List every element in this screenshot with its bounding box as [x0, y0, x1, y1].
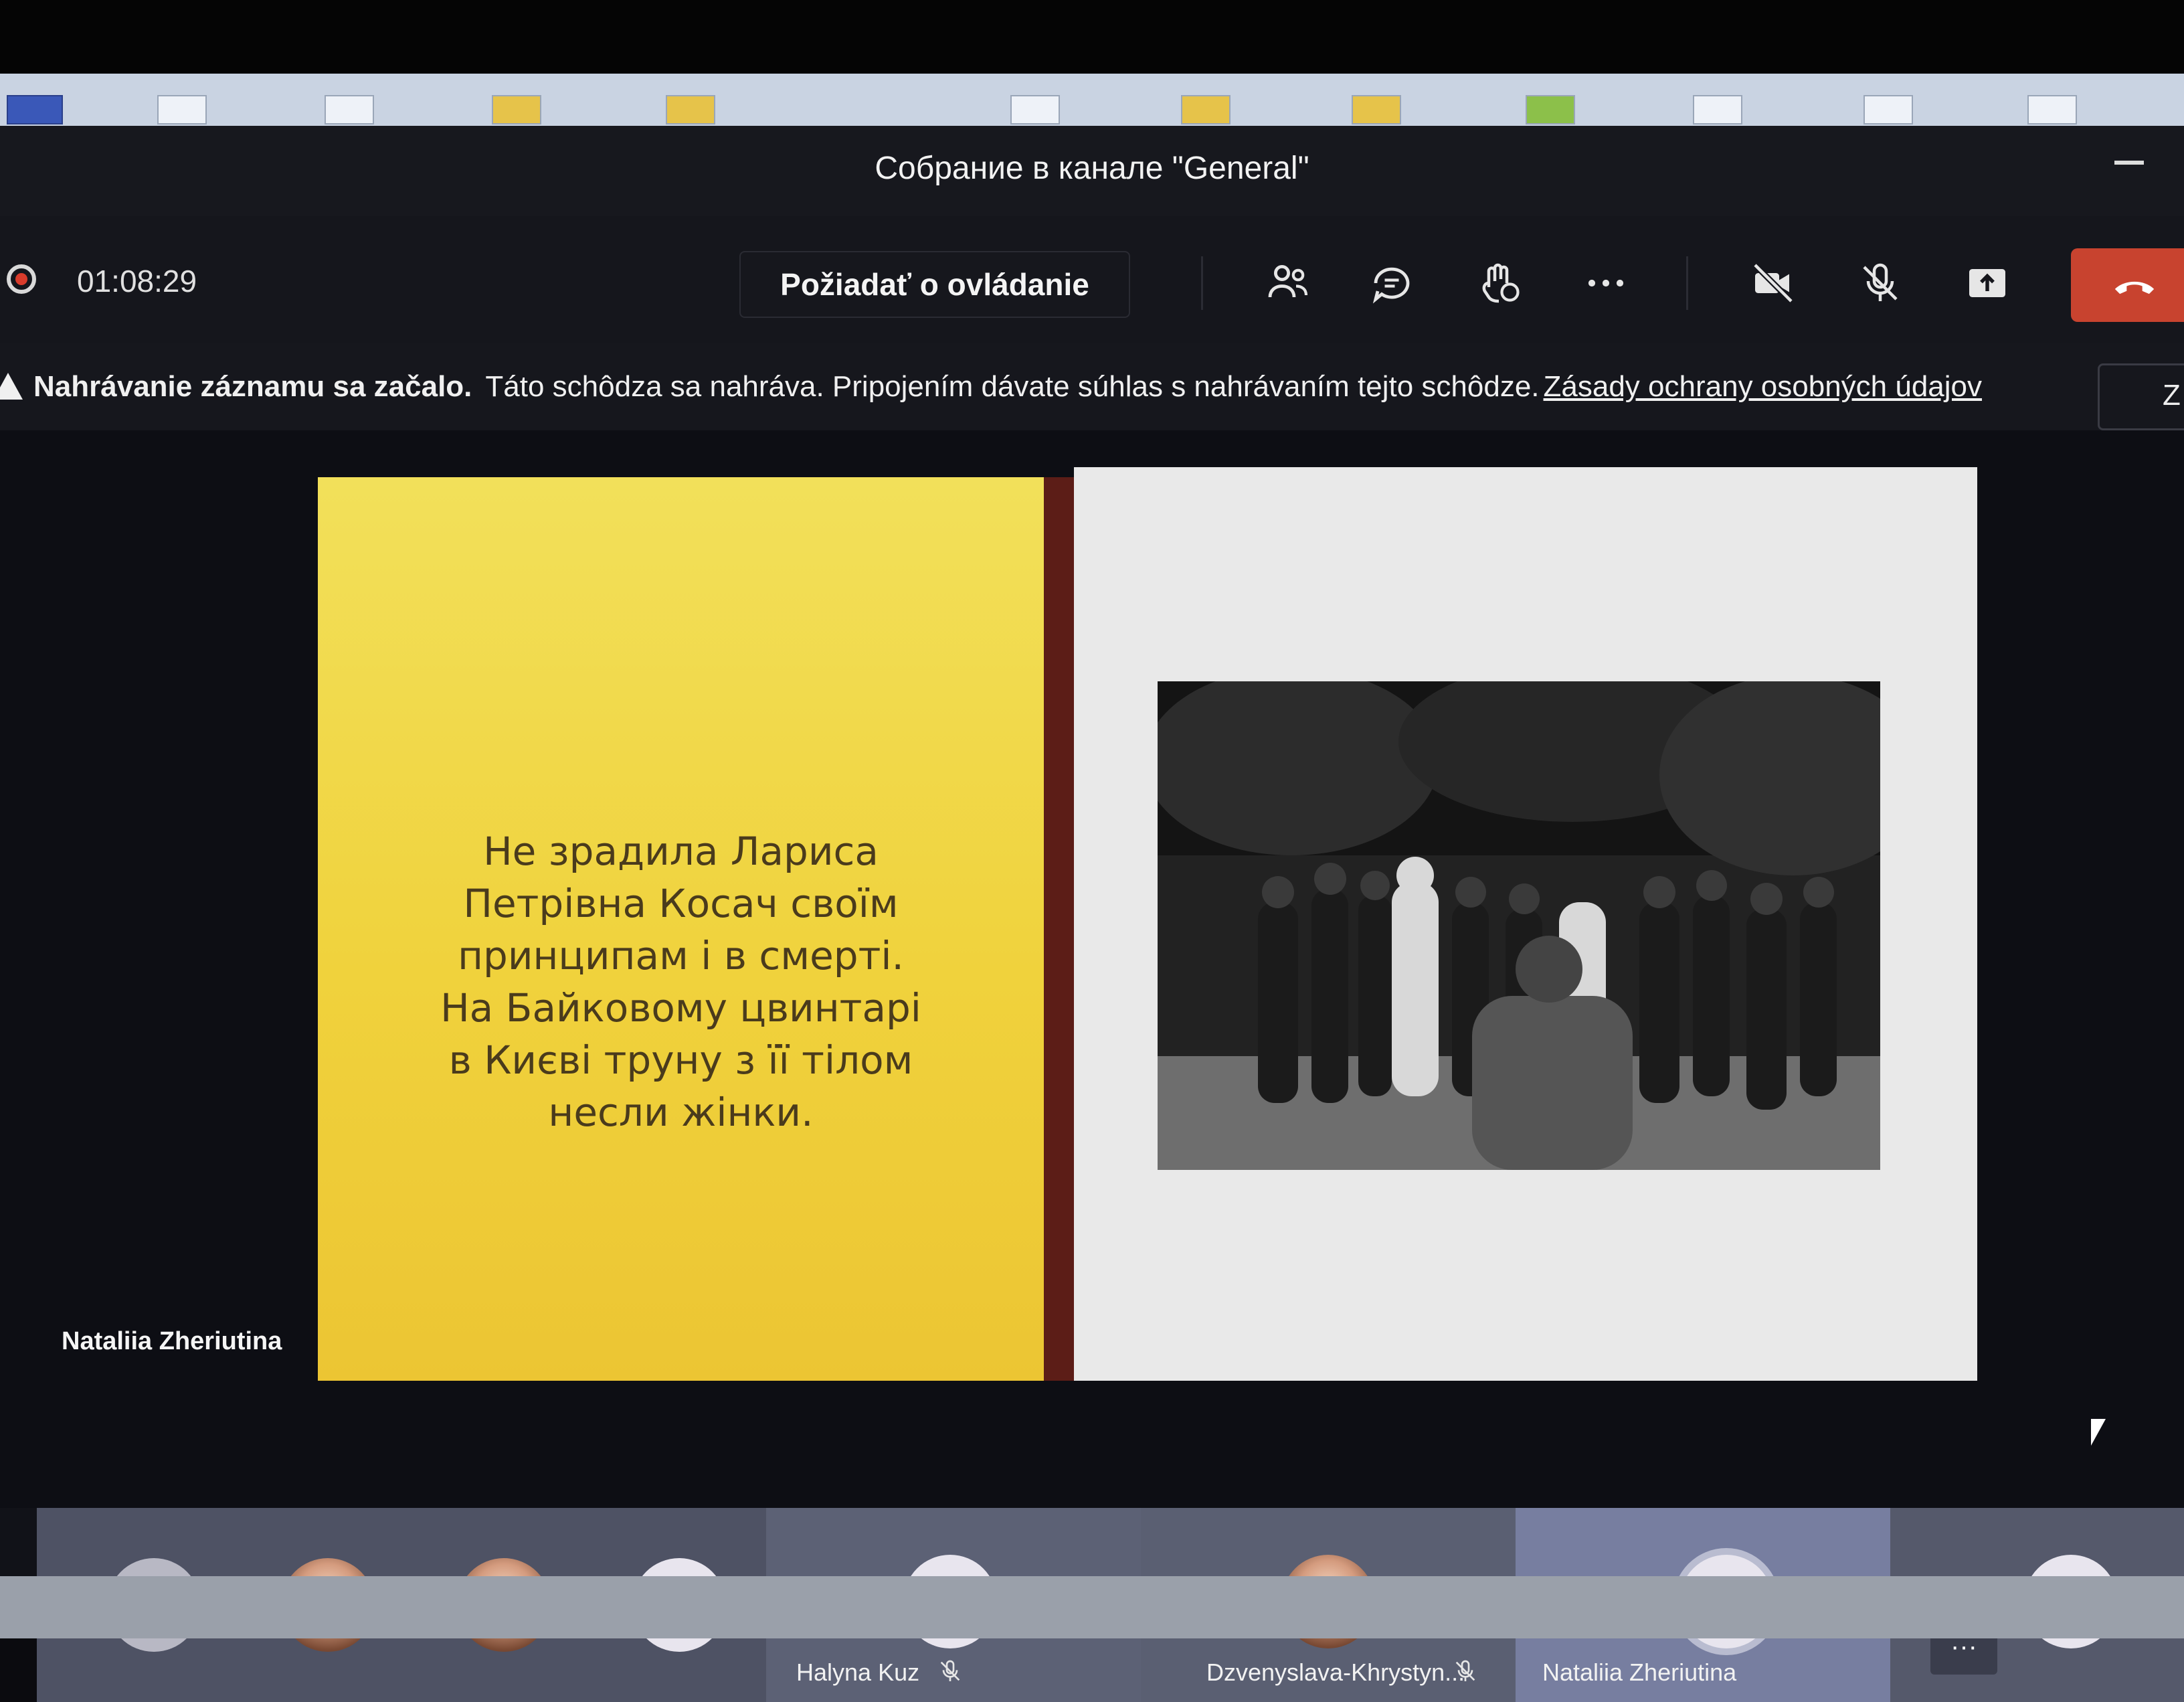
- more-icon: [1588, 279, 1624, 287]
- request-control-button[interactable]: Požiadať o ovládanie: [739, 251, 1130, 318]
- slide-quote-text: Не зрадила Лариса Петрівна Косач своїм п…: [318, 825, 1044, 1138]
- photo-illustration: [1144, 661, 1927, 1170]
- desktop-file-icon[interactable]: [1693, 95, 1742, 124]
- hangup-icon: [2114, 281, 2155, 294]
- recording-notice-text: Nahrávanie záznamu sa začalo. Táto schôdz…: [33, 370, 1982, 404]
- desktop-folder-icon[interactable]: [1352, 95, 1401, 124]
- desktop-file-icon[interactable]: [157, 95, 207, 124]
- warning-icon: [0, 373, 23, 400]
- hangup-button[interactable]: [2071, 248, 2184, 322]
- participant-name: Nataliia Zheriutina: [1542, 1658, 1737, 1686]
- desktop-file-icon[interactable]: [325, 95, 374, 124]
- slide-divider: [1044, 477, 1074, 1381]
- slide-text-line: Петрівна Косач своїм: [463, 881, 899, 926]
- mic-off-icon: [940, 1660, 960, 1681]
- toolbar-divider: [1686, 256, 1688, 310]
- desktop-file-icon[interactable]: [1863, 95, 1913, 124]
- chat-button[interactable]: [1362, 256, 1422, 310]
- recording-notice-banner: Nahrávanie záznamu sa začalo. Táto schôdz…: [0, 343, 2184, 430]
- reactions-icon: [1482, 263, 1520, 303]
- meeting-timer: 01:08:29: [77, 264, 197, 299]
- funeral-archive-photo: [1144, 661, 1927, 1170]
- desktop-folder-icon[interactable]: [1181, 95, 1231, 124]
- participant-name: Halyna Kuz: [796, 1658, 920, 1686]
- teams-meeting-window: Собрание в канале "General" 01:08:29 Pož…: [0, 126, 2184, 1702]
- people-icon: [1268, 264, 1308, 298]
- more-actions-button[interactable]: [1576, 256, 1636, 310]
- desktop-folder-icon[interactable]: [666, 95, 715, 124]
- mic-off-icon: [1863, 263, 1898, 301]
- chat-icon: [1372, 267, 1410, 304]
- mic-toggle-button[interactable]: [1850, 256, 1910, 310]
- camera-toggle-button[interactable]: [1743, 256, 1803, 310]
- share-content-button[interactable]: [1957, 256, 2017, 310]
- slide-text-line: На Байковому цвинтарі: [440, 985, 921, 1031]
- recording-notice-heading: Nahrávanie záznamu sa začalo.: [33, 370, 472, 403]
- background-desktop-strip: [0, 74, 2184, 126]
- slide-left-panel: Не зрадила Лариса Петрівна Косач своїм п…: [318, 477, 1044, 1381]
- shared-content-stage: Не зрадила Лариса Петрівна Косач своїм п…: [0, 430, 2184, 1508]
- participant-name: Dzvenyslava-Khrystyn...: [1206, 1658, 1465, 1686]
- slide-right-panel: [1074, 467, 1977, 1381]
- slide-text-line: в Києві труну з її тілом: [448, 1037, 913, 1083]
- mouse-cursor-icon: [2091, 1419, 2106, 1446]
- minimize-button[interactable]: [2114, 161, 2144, 165]
- screen-bezel-top: [0, 0, 2184, 74]
- desktop-folder-icon[interactable]: [492, 95, 541, 124]
- recording-indicator-icon: [7, 264, 36, 294]
- slide-text-line: принципам і в смерті.: [458, 933, 904, 978]
- window-title: Собрание в канале "General": [875, 151, 1309, 186]
- toolbar-divider: [1201, 256, 1203, 310]
- background-window-strip: [0, 1576, 2184, 1638]
- participants-button[interactable]: [1258, 256, 1318, 310]
- camera-off-icon: [1752, 262, 1794, 304]
- privacy-policy-link[interactable]: Zásady ochrany osobných údajov: [1544, 370, 1983, 403]
- mic-off-icon: [1455, 1660, 1475, 1681]
- title-bar: Собрание в канале "General": [0, 126, 2184, 216]
- active-speaker-name: Nataliia Zheriutina: [62, 1327, 282, 1355]
- slide-text-line: несли жінки.: [548, 1090, 814, 1135]
- recording-notice-message: Táto schôdza sa nahráva. Pripojením dáva…: [485, 370, 1540, 403]
- desktop-file-icon[interactable]: [2027, 95, 2077, 124]
- desktop-file-icon[interactable]: [1010, 95, 1060, 124]
- desktop-app-icon[interactable]: [7, 95, 63, 124]
- banner-close-button[interactable]: Z: [2098, 363, 2184, 430]
- desktop-file-icon[interactable]: [1526, 95, 1575, 124]
- meeting-toolbar: 01:08:29 Požiadať o ovládanie: [0, 216, 2184, 343]
- share-icon: [1969, 269, 2005, 297]
- slide-text-line: Не зрадила Лариса: [483, 829, 879, 874]
- reactions-button[interactable]: [1469, 256, 1529, 310]
